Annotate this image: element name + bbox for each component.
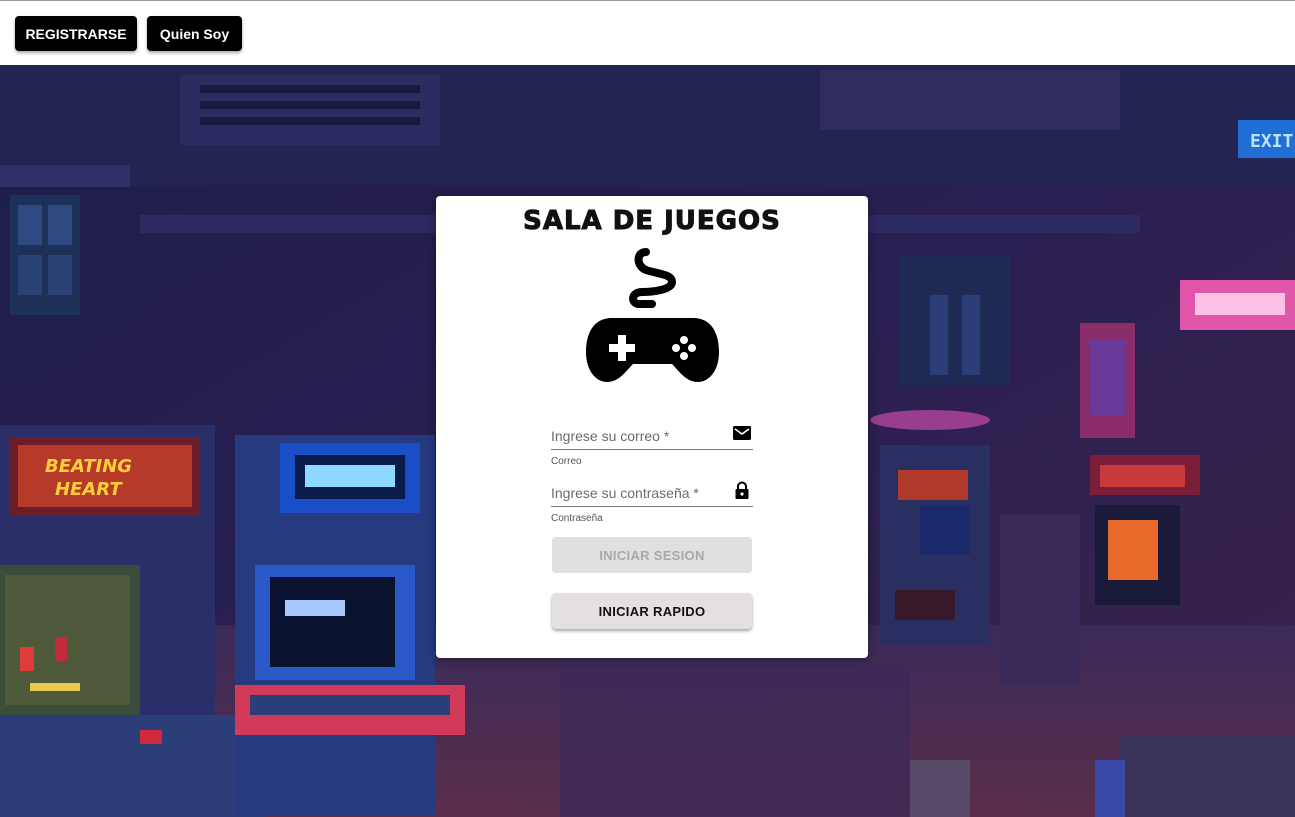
login-card: SALA DE JUEGOS Correo Contraseña INICIAR… <box>436 196 868 658</box>
svg-text:EXIT: EXIT <box>1250 131 1294 152</box>
login-button[interactable]: INICIAR SESION <box>552 537 752 573</box>
password-hint: Contraseña <box>551 513 603 524</box>
about-me-button[interactable]: Quien Soy <box>147 16 242 51</box>
password-underline <box>551 506 753 507</box>
lock-icon <box>735 481 749 499</box>
gamepad-icon <box>586 248 719 382</box>
top-navbar: REGISTRARSE Quien Soy <box>0 0 1295 65</box>
password-input[interactable] <box>551 481 726 505</box>
email-input[interactable] <box>551 424 726 448</box>
page-title: SALA DE JUEGOS <box>523 206 781 237</box>
quick-login-button[interactable]: INICIAR RAPIDO <box>552 593 752 629</box>
email-hint: Correo <box>551 456 582 467</box>
mail-icon <box>733 426 751 440</box>
email-underline <box>551 449 753 450</box>
svg-text:BEATING: BEATING <box>45 456 132 477</box>
email-field[interactable]: Correo <box>551 424 753 469</box>
svg-text:HEART: HEART <box>55 479 123 500</box>
password-field[interactable]: Contraseña <box>551 481 753 526</box>
register-button[interactable]: REGISTRARSE <box>15 16 137 51</box>
